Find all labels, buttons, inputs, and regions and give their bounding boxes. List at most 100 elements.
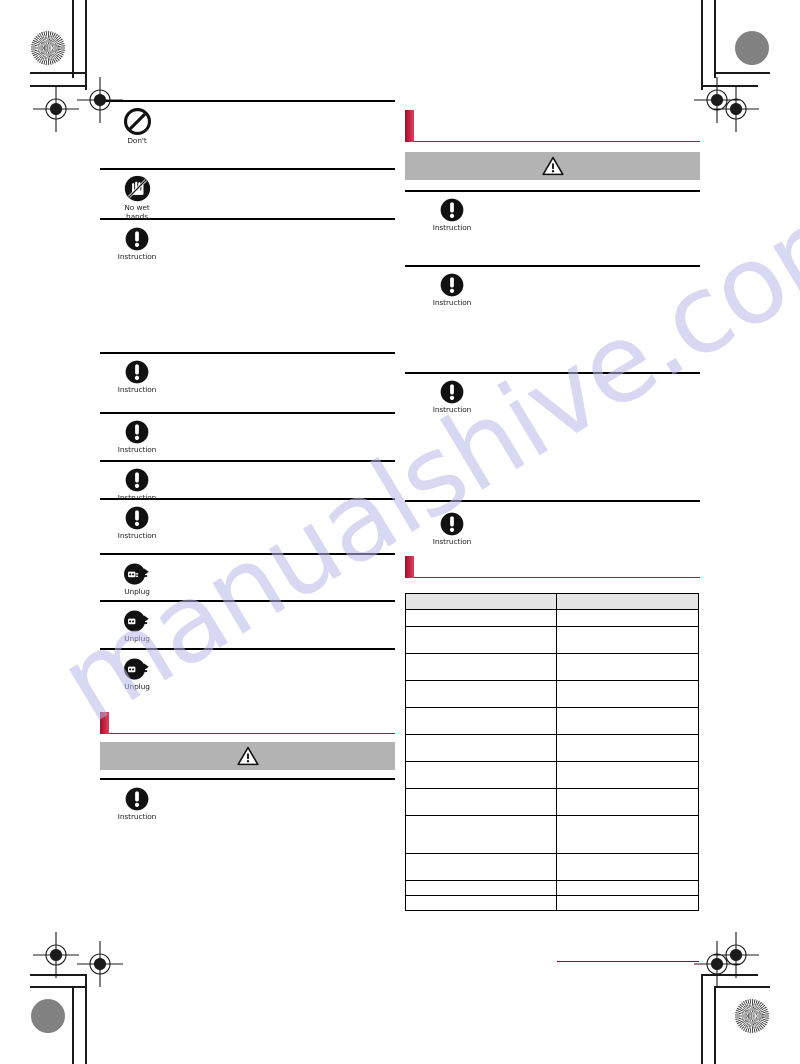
crop-line	[714, 72, 770, 74]
unplug-icon	[124, 610, 149, 632]
instruction-icon	[125, 227, 149, 251]
section-accent-tab	[405, 556, 414, 578]
instruction-icon	[125, 468, 149, 492]
icon-caption: Don't	[127, 136, 147, 145]
specifications-table	[405, 593, 699, 911]
table-cell	[556, 880, 699, 896]
spec-section-heading	[405, 556, 700, 580]
table-row	[405, 707, 699, 735]
instruction-icon	[440, 380, 464, 404]
section-divider	[100, 648, 395, 650]
section-accent-tab	[405, 110, 414, 142]
table-cell	[556, 815, 699, 854]
caution-banner	[100, 742, 395, 770]
icon-caption: Unplug	[124, 634, 150, 643]
crop-line	[701, 974, 703, 1064]
section-accent-rule	[109, 732, 395, 734]
safety-icon-block-unplug: Unplug	[106, 656, 168, 692]
section-divider	[100, 168, 395, 170]
section-divider	[100, 778, 395, 780]
table-row	[405, 609, 699, 627]
unplug-icon	[124, 563, 149, 585]
section-divider	[100, 460, 395, 462]
instruction-icon	[440, 273, 464, 297]
footer-rule	[557, 961, 699, 963]
registration-target	[33, 932, 79, 978]
table-header-cell	[405, 593, 557, 610]
table-cell	[405, 895, 557, 911]
section-accent-rule	[414, 140, 700, 142]
registration-target	[713, 932, 759, 978]
section-divider	[405, 372, 700, 374]
dont-icon	[123, 107, 151, 136]
registration-target	[77, 941, 123, 987]
icon-caption: Instruction	[117, 252, 157, 261]
instruction-icon	[125, 420, 149, 444]
registration-target	[35, 35, 81, 81]
table-row	[405, 880, 699, 896]
section-divider	[100, 600, 395, 602]
table-cell	[405, 707, 557, 735]
section-divider	[405, 500, 700, 502]
table-cell	[405, 788, 557, 816]
table-cell	[556, 707, 699, 735]
safety-icon-block-instruction: Instruction	[106, 359, 168, 395]
icon-caption: Instruction	[117, 445, 157, 454]
table-row	[405, 788, 699, 816]
instruction-icon	[440, 512, 464, 536]
registration-target	[713, 86, 759, 132]
section-divider	[100, 553, 395, 555]
icon-caption: Unplug	[124, 587, 150, 596]
safety-icon-block-instruction: Instruction	[106, 786, 168, 822]
table-row	[405, 680, 699, 708]
warning-triangle-icon	[541, 156, 564, 176]
icon-caption: Instruction	[432, 298, 472, 307]
icon-caption: No wet hands	[124, 203, 150, 221]
icon-caption: Instruction	[432, 405, 472, 414]
unplug-icon	[124, 658, 149, 680]
section-divider	[100, 100, 395, 102]
safety-icon-block-instruction: Instruction	[421, 197, 483, 233]
safety-icon-block-instruction: Instruction	[106, 505, 168, 541]
safety-icon-block-instruction: Instruction	[106, 419, 168, 455]
icon-caption: Unplug	[124, 682, 150, 691]
table-cell	[556, 788, 699, 816]
no-wet-hands-icon	[124, 175, 150, 202]
rosette-mark-top-right	[735, 31, 769, 65]
warning-banner	[405, 152, 700, 180]
table-header-row	[405, 593, 699, 610]
section-accent-rule	[414, 576, 700, 578]
section-divider	[100, 352, 395, 354]
safety-icon-block-no-wet-hands: No wet hands	[106, 174, 168, 221]
safety-icon-block-instruction: Instruction	[421, 272, 483, 308]
table-cell	[405, 680, 557, 708]
crop-line	[72, 986, 74, 1064]
rosette-mark-bottom-left	[31, 999, 65, 1033]
crop-line	[714, 0, 716, 78]
table-cell	[405, 761, 557, 789]
table-cell	[556, 895, 699, 911]
safety-icon-block-instruction: Instruction	[106, 467, 168, 503]
icon-caption: Instruction	[117, 531, 157, 540]
instruction-icon	[125, 506, 149, 530]
safety-icon-block-instruction: Instruction	[106, 226, 168, 262]
icon-caption: Instruction	[117, 812, 157, 821]
table-row	[405, 653, 699, 681]
instruction-icon	[440, 198, 464, 222]
crop-line	[714, 986, 716, 1064]
icon-caption: Instruction	[117, 493, 157, 502]
safety-icon-block-unplug: Unplug	[106, 561, 168, 597]
table-cell	[405, 734, 557, 762]
instruction-icon	[125, 360, 149, 384]
table-cell	[556, 653, 699, 681]
instruction-icon	[125, 787, 149, 811]
table-row	[405, 626, 699, 654]
table-cell	[556, 853, 699, 881]
table-row	[405, 761, 699, 789]
warning-section-heading	[405, 110, 700, 144]
section-divider	[100, 412, 395, 414]
section-divider	[405, 265, 700, 267]
rosette-mark-bottom-right	[735, 999, 769, 1033]
icon-caption: Instruction	[432, 223, 472, 232]
table-row	[405, 895, 699, 911]
